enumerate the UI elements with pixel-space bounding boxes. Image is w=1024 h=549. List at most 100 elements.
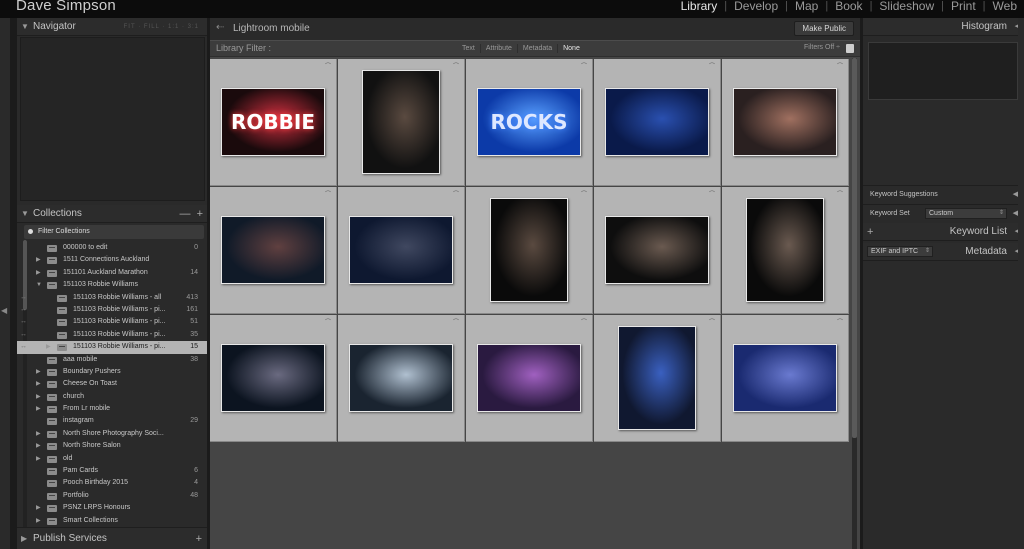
collections-header[interactable]: ▼ Collections — +	[17, 205, 207, 223]
badge-icon[interactable]: ⌒	[325, 61, 331, 70]
filter-tab-none[interactable]: None	[558, 44, 585, 53]
thumbnail-cell[interactable]: ⌒	[594, 187, 721, 314]
photo-thumbnail[interactable]	[349, 216, 453, 284]
badge-icon[interactable]: ⌒	[325, 189, 331, 198]
expand-triangle-icon[interactable]: ▶	[36, 515, 41, 527]
collapse-left-icon[interactable]: ◀	[1, 306, 7, 315]
expand-triangle-icon[interactable]: ▶	[36, 391, 41, 403]
module-map[interactable]: Map	[788, 0, 825, 13]
photo-thumbnail[interactable]	[221, 344, 325, 412]
collection-item[interactable]: ▶ 1511 Connections Auckland	[17, 254, 207, 266]
module-web[interactable]: Web	[986, 0, 1024, 13]
thumbnail-cell[interactable]: ⌒	[466, 187, 593, 314]
thumbnail-cell[interactable]: ⌒	[466, 315, 593, 442]
photo-thumbnail[interactable]	[746, 198, 824, 302]
filter-tab-metadata[interactable]: Metadata	[518, 44, 559, 53]
thumbnail-cell[interactable]: ⌒	[338, 315, 465, 442]
badge-icon[interactable]: ⌒	[325, 317, 331, 326]
expand-triangle-icon[interactable]: ▶	[36, 428, 41, 440]
expand-triangle-icon[interactable]: ▶	[36, 378, 41, 390]
badge-icon[interactable]: ⌒	[581, 317, 587, 326]
thumbnail-cell[interactable]: ⌒	[594, 315, 721, 442]
navigator-preview[interactable]	[20, 37, 205, 201]
thumbnail-cell[interactable]: ⌒	[338, 187, 465, 314]
thumbnail-cell[interactable]: ⌒ ROCKS	[466, 59, 593, 186]
module-develop[interactable]: Develop	[727, 0, 785, 13]
badge-icon[interactable]: ⌒	[453, 61, 459, 70]
filter-tab-attribute[interactable]: Attribute	[481, 44, 518, 53]
photo-thumbnail[interactable]	[733, 88, 837, 156]
badge-icon[interactable]: ⌒	[709, 61, 715, 70]
collection-item[interactable]: aaa mobile 38	[17, 354, 207, 366]
add-publish-service-icon[interactable]: +	[196, 528, 202, 549]
collection-item[interactable]: 000000 to edit 0	[17, 242, 207, 254]
lock-icon[interactable]	[846, 44, 854, 53]
collection-item[interactable]: ↔ 151103 Robbie Williams - pi... 35	[17, 329, 207, 341]
thumbnail-cell[interactable]: ⌒	[210, 187, 337, 314]
collection-item[interactable]: ↔ 151103 Robbie Williams - all 413	[17, 292, 207, 304]
collapse-triangle-icon[interactable]: ▼	[21, 18, 29, 36]
histogram-header[interactable]: Histogram ◀	[863, 18, 1024, 36]
expand-triangle-icon[interactable]: ▶	[36, 366, 41, 378]
collection-item[interactable]: ▶ church	[17, 391, 207, 403]
module-print[interactable]: Print	[944, 0, 983, 13]
collection-item[interactable]: ▶ Smart Collections	[17, 515, 207, 527]
expand-triangle-icon[interactable]: ▶	[36, 403, 41, 415]
filter-collections-field[interactable]: Filter Collections	[24, 225, 204, 239]
photo-thumbnail[interactable]	[733, 344, 837, 412]
publish-services-header[interactable]: ▶ Publish Services +	[17, 527, 207, 549]
filter-tab-text[interactable]: Text	[457, 44, 481, 53]
collection-item[interactable]: Pam Cards 6	[17, 465, 207, 477]
filters-off-dropdown[interactable]: Filters Off ÷	[804, 44, 840, 51]
navigator-header[interactable]: ▼ Navigator FIT · FILL · 1:1 · 3:1	[17, 18, 207, 36]
collection-item[interactable]: ▶ Cheese On Toast	[17, 378, 207, 390]
expand-triangle-icon[interactable]: ▶	[36, 453, 41, 465]
module-slideshow[interactable]: Slideshow	[872, 0, 941, 13]
collection-item[interactable]: ▶ Boundary Pushers	[17, 366, 207, 378]
photo-thumbnail[interactable]	[477, 344, 581, 412]
collection-item[interactable]: ↔ ▶ 151103 Robbie Williams - pi... 15	[17, 341, 207, 354]
photo-thumbnail[interactable]	[490, 198, 568, 302]
collection-item[interactable]: ▶ 151101 Auckland Marathon 14	[17, 267, 207, 279]
photo-thumbnail[interactable]	[349, 344, 453, 412]
expand-triangle-icon[interactable]: ▶	[21, 528, 27, 549]
add-keyword-icon[interactable]: +	[867, 223, 873, 241]
thumbnail-cell[interactable]: ⌒ ROBBIE	[210, 59, 337, 186]
thumbnail-cell[interactable]: ⌒	[338, 59, 465, 186]
badge-icon[interactable]: ⌒	[709, 189, 715, 198]
collection-item[interactable]: Pooch Birthday 2015 4	[17, 477, 207, 489]
metadata-preset-select[interactable]: EXIF and IPTC ⇕	[867, 246, 933, 257]
back-arrow-icon[interactable]: ⇠	[216, 22, 224, 33]
badge-icon[interactable]: ⌒	[453, 189, 459, 198]
collection-item[interactable]: instagram 29	[17, 415, 207, 427]
expand-triangle-icon[interactable]: ▶	[46, 341, 51, 353]
badge-icon[interactable]: ⌒	[709, 317, 715, 326]
collection-item[interactable]: ▶ North Shore Salon	[17, 440, 207, 452]
photo-thumbnail[interactable]	[362, 70, 440, 174]
badge-icon[interactable]: ⌒	[581, 189, 587, 198]
collapse-triangle-icon[interactable]: ▼	[21, 205, 29, 223]
collection-item[interactable]: ▶ North Shore Photography Soci...	[17, 428, 207, 440]
collection-actions[interactable]: — +	[179, 205, 203, 223]
right-panel-edge[interactable]	[1018, 18, 1024, 549]
collection-item[interactable]: ▶ old	[17, 453, 207, 465]
badge-icon[interactable]: ⌒	[837, 61, 843, 70]
thumbnail-cell[interactable]: ⌒	[722, 315, 849, 442]
badge-icon[interactable]: ⌒	[453, 317, 459, 326]
collection-item[interactable]: ▼ 151103 Robbie Williams	[17, 279, 207, 291]
expand-triangle-icon[interactable]: ▶	[36, 254, 41, 266]
make-public-button[interactable]: Make Public	[794, 21, 854, 36]
thumbnail-cell[interactable]: ⌒	[722, 59, 849, 186]
left-panel-toggle[interactable]: ◀	[0, 18, 10, 549]
collection-item[interactable]: ↔ 151103 Robbie Williams - pi... 51	[17, 316, 207, 328]
expand-triangle-icon[interactable]: ▶	[36, 267, 41, 279]
expand-triangle-icon[interactable]: ▶	[36, 440, 41, 452]
keyword-set-select[interactable]: Custom ⇕	[925, 208, 1007, 219]
collection-item[interactable]: ↔ 151103 Robbie Williams - pi... 161	[17, 304, 207, 316]
collection-item[interactable]: ▶ PSNZ LRPS Honours	[17, 502, 207, 514]
thumbnail-cell[interactable]: ⌒	[722, 187, 849, 314]
thumbnail-cell[interactable]: ⌒	[210, 315, 337, 442]
photo-thumbnail[interactable]: ROCKS	[477, 88, 581, 156]
photo-thumbnail[interactable]	[605, 216, 709, 284]
badge-icon[interactable]: ⌒	[837, 317, 843, 326]
